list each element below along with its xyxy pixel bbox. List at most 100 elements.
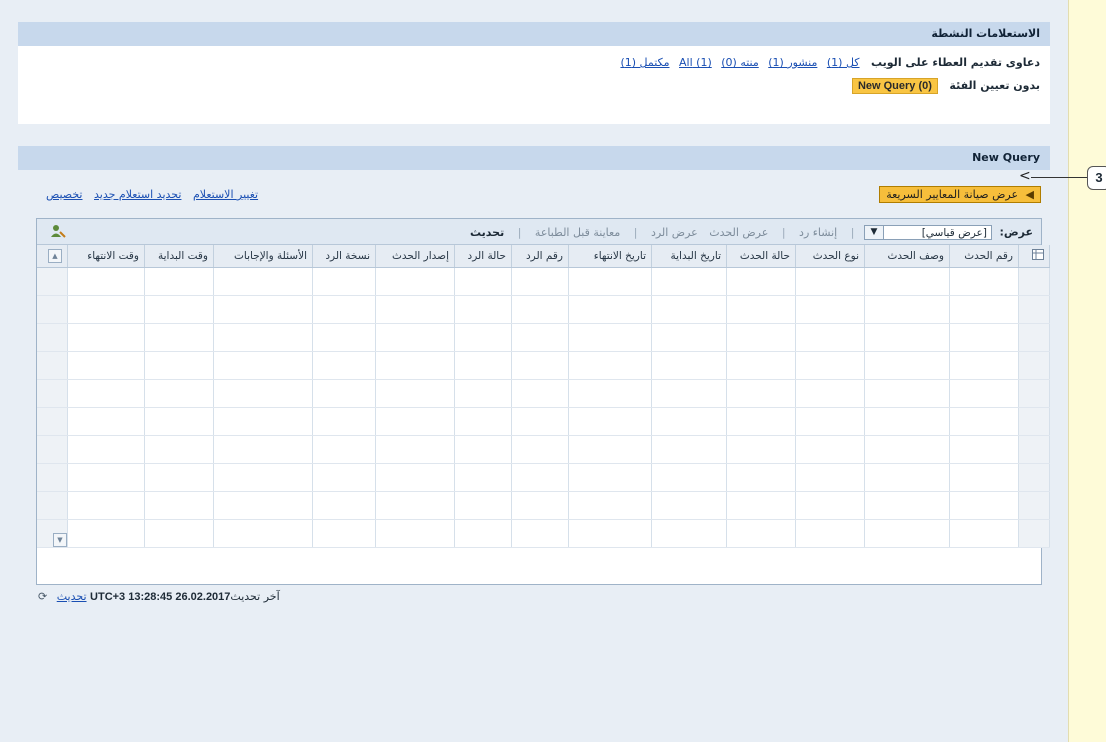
- table-cell[interactable]: [67, 379, 145, 408]
- table-cell[interactable]: [568, 379, 652, 408]
- table-cell[interactable]: [949, 435, 1019, 464]
- table-cell[interactable]: [375, 323, 455, 352]
- table-cell[interactable]: [511, 379, 569, 408]
- table-cell[interactable]: [67, 267, 145, 296]
- table-cell[interactable]: [949, 295, 1019, 324]
- table-cell[interactable]: [651, 491, 727, 520]
- table-cell[interactable]: [454, 407, 512, 436]
- column-header[interactable]: نسخة الرد: [312, 245, 376, 268]
- table-cell[interactable]: [795, 379, 865, 408]
- table-cell[interactable]: [67, 351, 145, 380]
- table-cell[interactable]: [864, 267, 950, 296]
- table-cell[interactable]: [949, 323, 1019, 352]
- quick-criteria-button[interactable]: ◀ عرض صيانة المعايير السريعة: [879, 186, 1041, 203]
- column-header[interactable]: رقم الرد: [511, 245, 569, 268]
- table-cell[interactable]: [67, 491, 145, 520]
- row-selector[interactable]: [1018, 295, 1050, 324]
- table-cell[interactable]: [949, 407, 1019, 436]
- column-header[interactable]: إصدار الحدث: [375, 245, 455, 268]
- row-selector[interactable]: [1018, 519, 1050, 548]
- table-cell[interactable]: [213, 323, 313, 352]
- scrollbar-track[interactable]: [37, 379, 68, 408]
- table-cell[interactable]: [949, 267, 1019, 296]
- table-cell[interactable]: [568, 407, 652, 436]
- table-cell[interactable]: [312, 295, 376, 324]
- scrollbar-track[interactable]: [37, 435, 68, 464]
- table-cell[interactable]: [511, 323, 569, 352]
- table-cell[interactable]: [651, 295, 727, 324]
- user-settings-icon[interactable]: [49, 224, 67, 239]
- table-cell[interactable]: [568, 463, 652, 492]
- query-link-all-ar[interactable]: كل (1): [827, 56, 860, 69]
- table-cell[interactable]: [312, 323, 376, 352]
- table-cell[interactable]: [144, 519, 214, 548]
- table-cell[interactable]: [312, 407, 376, 436]
- table-cell[interactable]: [511, 295, 569, 324]
- query-link-completed[interactable]: مكتمل (1): [620, 56, 669, 69]
- table-cell[interactable]: [726, 491, 796, 520]
- table-cell[interactable]: [375, 407, 455, 436]
- table-cell[interactable]: [67, 407, 145, 436]
- table-cell[interactable]: [454, 351, 512, 380]
- table-cell[interactable]: [795, 435, 865, 464]
- table-row[interactable]: [37, 323, 1050, 352]
- table-cell[interactable]: [568, 295, 652, 324]
- scrollbar-track[interactable]: [37, 407, 68, 436]
- table-cell[interactable]: [795, 463, 865, 492]
- scrollbar-track[interactable]: [37, 323, 68, 352]
- row-selector[interactable]: [1018, 491, 1050, 520]
- table-cell[interactable]: [213, 379, 313, 408]
- table-cell[interactable]: [651, 435, 727, 464]
- display-response-button[interactable]: عرض الرد: [651, 226, 698, 239]
- table-cell[interactable]: [144, 323, 214, 352]
- row-selector[interactable]: [1018, 407, 1050, 436]
- table-cell[interactable]: [795, 519, 865, 548]
- table-cell[interactable]: [651, 379, 727, 408]
- column-header[interactable]: حالة الرد: [454, 245, 512, 268]
- table-cell[interactable]: [651, 463, 727, 492]
- table-cell[interactable]: [568, 435, 652, 464]
- table-cell[interactable]: [375, 295, 455, 324]
- create-response-button[interactable]: إنشاء رد: [799, 226, 837, 239]
- table-cell[interactable]: [375, 379, 455, 408]
- table-row[interactable]: [37, 491, 1050, 520]
- table-cell[interactable]: [454, 435, 512, 464]
- table-cell[interactable]: [144, 435, 214, 464]
- row-selector[interactable]: [1018, 323, 1050, 352]
- row-selector[interactable]: [1018, 379, 1050, 408]
- table-cell[interactable]: [375, 463, 455, 492]
- table-cell[interactable]: [864, 463, 950, 492]
- column-header[interactable]: الأسئلة والإجابات: [213, 245, 313, 268]
- table-cell[interactable]: [213, 435, 313, 464]
- table-cell[interactable]: [67, 519, 145, 548]
- table-cell[interactable]: [726, 379, 796, 408]
- table-cell[interactable]: [511, 463, 569, 492]
- table-cell[interactable]: [312, 267, 376, 296]
- table-cell[interactable]: [651, 351, 727, 380]
- table-cell[interactable]: [312, 519, 376, 548]
- scrollbar-track[interactable]: [37, 295, 68, 324]
- scrollbar-track[interactable]: [37, 463, 68, 492]
- table-cell[interactable]: [726, 407, 796, 436]
- table-cell[interactable]: [726, 267, 796, 296]
- scroll-up-icon[interactable]: ▲: [37, 245, 68, 268]
- table-cell[interactable]: [568, 491, 652, 520]
- table-cell[interactable]: [454, 267, 512, 296]
- table-cell[interactable]: [795, 323, 865, 352]
- table-cell[interactable]: [511, 267, 569, 296]
- table-row[interactable]: [37, 463, 1050, 492]
- column-header[interactable]: تاريخ الانتهاء: [568, 245, 652, 268]
- table-cell[interactable]: [67, 323, 145, 352]
- row-selector[interactable]: [1018, 435, 1050, 464]
- table-row[interactable]: ▼: [37, 519, 1050, 548]
- table-cell[interactable]: [312, 463, 376, 492]
- query-link-ended[interactable]: منته (0): [721, 56, 759, 69]
- table-cell[interactable]: [568, 351, 652, 380]
- table-cell[interactable]: [726, 435, 796, 464]
- define-new-query-link[interactable]: تحديد استعلام جديد: [94, 188, 181, 201]
- table-cell[interactable]: [213, 295, 313, 324]
- scroll-down-icon[interactable]: ▼: [37, 519, 68, 548]
- table-row[interactable]: [37, 379, 1050, 408]
- refresh-button[interactable]: تحديث: [470, 226, 504, 239]
- table-cell[interactable]: [726, 323, 796, 352]
